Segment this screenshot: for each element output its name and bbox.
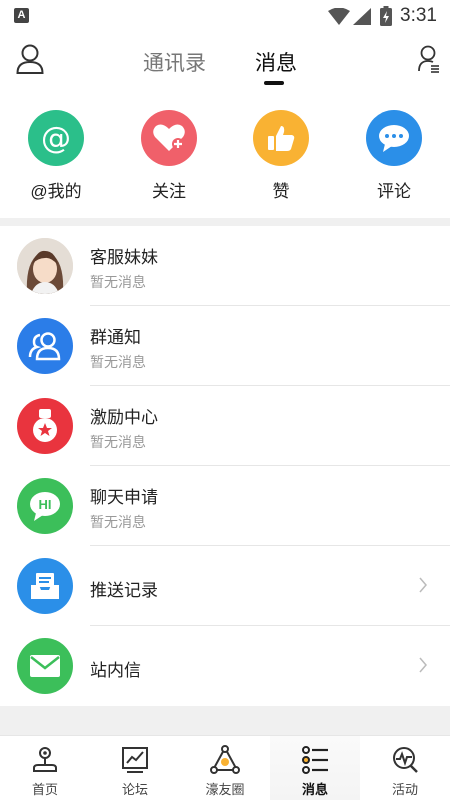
follow-label: 关注	[152, 182, 186, 201]
nav-forum[interactable]: 论坛	[90, 736, 180, 800]
tab-messages[interactable]: 消息	[255, 47, 297, 77]
activity-icon	[393, 747, 418, 773]
push-history-item[interactable]: 推送记录	[0, 546, 450, 626]
nav-home-label: 首页	[31, 782, 58, 797]
like-button[interactable]: 赞	[236, 110, 326, 202]
comment-button[interactable]: 评论	[349, 110, 439, 202]
home-joystick-icon	[33, 747, 57, 772]
section-divider	[0, 706, 450, 735]
battery-icon	[380, 6, 392, 26]
message-preview: 暂无消息	[90, 354, 146, 370]
comment-icon	[366, 110, 422, 166]
forum-chart-icon	[122, 747, 148, 773]
message-preview: 暂无消息	[90, 274, 146, 290]
message-title: 群通知	[90, 328, 141, 347]
clock: 3:31	[400, 5, 437, 26]
like-label: 赞	[272, 182, 290, 201]
nav-friends[interactable]: 濠友圈	[180, 736, 270, 800]
message-preview: 暂无消息	[90, 434, 146, 450]
bottom-nav: 首页 论坛 濠友圈 消息 活动	[0, 735, 450, 800]
chevron-right-icon	[419, 577, 427, 593]
nav-activity[interactable]: 活动	[360, 736, 450, 800]
inbox-icon	[17, 558, 73, 614]
status-bar: A 3:31	[0, 0, 450, 32]
list-item[interactable]: HI 聊天申请 暂无消息	[0, 466, 450, 546]
comment-label: 评论	[377, 182, 411, 201]
at-icon: @	[28, 110, 84, 166]
header: 通讯录 消息	[0, 32, 450, 94]
message-preview: 暂无消息	[90, 514, 146, 530]
nav-messages-label: 消息	[301, 782, 328, 797]
inbox-item[interactable]: 站内信	[0, 626, 450, 706]
message-list: 客服妹妹 暂无消息 群通知 暂无消息 激励中心 暂无消息 HI 聊天申请 暂无消…	[0, 226, 450, 706]
app-notification-icon: A	[14, 8, 29, 23]
contact-list-icon[interactable]	[418, 45, 440, 73]
quick-actions: @ @我的 关注 赞 评论	[0, 110, 450, 218]
active-tab-indicator	[264, 81, 284, 85]
wifi-icon	[328, 8, 350, 25]
profile-icon[interactable]	[16, 44, 44, 74]
group-icon	[17, 318, 73, 374]
avatar	[17, 238, 73, 294]
message-title: 客服妹妹	[90, 248, 158, 267]
list-item[interactable]: 客服妹妹 暂无消息	[0, 226, 450, 306]
push-history-label: 推送记录	[90, 581, 158, 600]
list-item[interactable]: 激励中心 暂无消息	[0, 386, 450, 466]
svg-text:@: @	[41, 121, 71, 155]
chevron-right-icon	[419, 657, 427, 673]
thumbs-up-icon	[253, 110, 309, 166]
mail-icon	[17, 638, 73, 694]
message-title: 激励中心	[90, 408, 158, 427]
list-item[interactable]: 群通知 暂无消息	[0, 306, 450, 386]
svg-text:HI: HI	[39, 497, 52, 512]
friends-circle-icon	[210, 745, 240, 774]
nav-friends-label: 濠友圈	[205, 782, 245, 797]
nav-home[interactable]: 首页	[0, 736, 90, 800]
nav-messages[interactable]: 消息	[270, 736, 360, 800]
section-divider	[0, 218, 450, 226]
messages-list-icon	[302, 746, 328, 774]
at-me-label: @我的	[30, 182, 82, 201]
medal-icon	[17, 398, 73, 454]
follow-button[interactable]: 关注	[124, 110, 214, 202]
signal-icon	[353, 8, 371, 25]
nav-forum-label: 论坛	[121, 782, 148, 797]
chat-request-icon: HI	[17, 478, 73, 534]
heart-plus-icon	[141, 110, 197, 166]
tab-contacts[interactable]: 通讯录	[143, 47, 206, 77]
at-me-button[interactable]: @ @我的	[11, 110, 101, 202]
nav-activity-label: 活动	[391, 782, 418, 797]
inbox-label: 站内信	[90, 661, 141, 680]
message-title: 聊天申请	[90, 488, 158, 507]
